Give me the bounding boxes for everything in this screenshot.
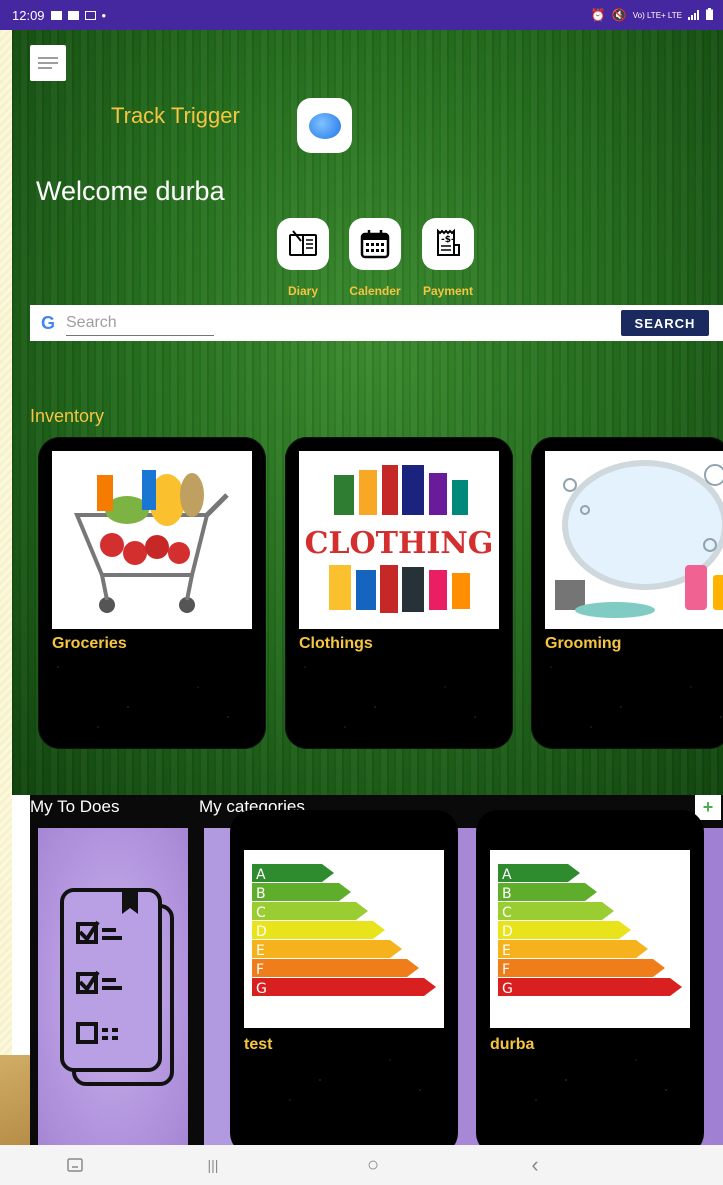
- back-button[interactable]: ‹: [520, 1152, 550, 1177]
- status-dot: •: [101, 7, 107, 23]
- category-card-durba[interactable]: ABCDEFG durba: [476, 810, 704, 1155]
- menu-button[interactable]: [30, 45, 66, 81]
- home-button[interactable]: ○: [358, 1153, 388, 1177]
- search-bar: G SEARCH: [30, 305, 723, 341]
- energy-letter-g: G: [256, 981, 267, 997]
- status-time: 12:09: [12, 7, 45, 23]
- energy-bar-b: [498, 883, 597, 901]
- energy-letter-e: E: [256, 943, 265, 959]
- energy-letter-b: B: [502, 886, 512, 902]
- status-left: 12:09 •: [12, 8, 106, 23]
- todo-panel[interactable]: [38, 828, 188, 1145]
- inventory-title: Inventory: [30, 406, 105, 426]
- energy-bar-c: [498, 902, 614, 920]
- energy-letter-c: C: [256, 905, 266, 921]
- recents-button[interactable]: |||: [198, 1153, 228, 1177]
- payment-button[interactable]: -$- Payment: [420, 218, 476, 298]
- grocery-cart-image: [52, 451, 252, 629]
- google-icon: G: [40, 312, 55, 333]
- energy-letter-f: F: [256, 962, 264, 978]
- energy-bar-e: [498, 940, 648, 958]
- mirror-toiletries-image: [545, 451, 723, 629]
- clothing-image-text: CLOTHING: [305, 526, 494, 561]
- energy-bar-f: [252, 959, 419, 977]
- todo-title: My To Does: [30, 797, 120, 816]
- category-label-durba: durba: [490, 1036, 535, 1053]
- screen-icon: [67, 10, 79, 20]
- alarm-icon: ⏰: [590, 8, 606, 22]
- energy-bar-d: [252, 921, 385, 939]
- energy-letter-c: C: [502, 905, 512, 921]
- logo-blob-icon: [308, 112, 341, 139]
- energy-rating-image: ABCDEFG: [490, 850, 690, 1028]
- energy-bar-b: [252, 883, 351, 901]
- category-card-test[interactable]: ABCDEFG test: [230, 810, 458, 1155]
- inventory-label-groceries: Groceries: [52, 635, 127, 652]
- status-right: ⏰ 🔇 Vo) LTE+ LTE: [590, 7, 713, 23]
- diary-button[interactable]: Diary: [275, 218, 331, 298]
- navigation-bar: ||| ○ ‹: [0, 1145, 723, 1185]
- inventory-label-grooming: Grooming: [545, 635, 622, 652]
- energy-bar-e: [252, 940, 402, 958]
- energy-bar-d: [498, 921, 631, 939]
- energy-letter-f: F: [502, 962, 510, 978]
- energy-bar-f: [498, 959, 665, 977]
- mute-icon: 🔇: [611, 8, 627, 22]
- energy-letter-a: A: [256, 867, 266, 883]
- status-bar: 12:09 • ⏰ 🔇 Vo) LTE+ LTE: [0, 0, 723, 30]
- left-background-strip: [0, 30, 12, 1145]
- energy-bar-c: [252, 902, 368, 920]
- welcome-text: Welcome durba: [36, 176, 225, 206]
- energy-letter-d: D: [502, 924, 513, 940]
- inventory-card-groceries[interactable]: Groceries: [38, 437, 266, 749]
- search-button[interactable]: SEARCH: [621, 310, 709, 336]
- screenshot-icon[interactable]: [60, 1153, 90, 1177]
- inventory-card-clothings[interactable]: CLOTHING Clothings: [285, 437, 513, 749]
- energy-bar-g: [252, 978, 436, 996]
- inventory-label-clothings: Clothings: [299, 635, 373, 652]
- app-title: Track Trigger: [111, 103, 240, 128]
- inventory-card-grooming[interactable]: Grooming: [531, 437, 723, 749]
- energy-letter-g: G: [502, 981, 513, 997]
- network-label: Vo) LTE+ LTE: [632, 10, 682, 20]
- signal-icon: [688, 8, 700, 23]
- battery-icon: [706, 7, 713, 23]
- diary-icon: [277, 218, 329, 270]
- calendar-button[interactable]: Calender: [347, 218, 403, 298]
- energy-bar-g: [498, 978, 682, 996]
- category-label-test: test: [244, 1036, 273, 1053]
- gallery-icon: [50, 10, 62, 20]
- energy-letter-b: B: [256, 886, 266, 902]
- energy-letter-d: D: [256, 924, 267, 940]
- payment-label: Payment: [422, 284, 474, 298]
- checklist-icon: [60, 888, 174, 1086]
- calendar-icon: [349, 218, 401, 270]
- energy-letter-a: A: [502, 867, 512, 883]
- diary-label: Diary: [287, 284, 319, 298]
- receipt-icon: -$-: [422, 218, 474, 270]
- search-input[interactable]: [66, 310, 214, 336]
- svg-text:-$-: -$-: [441, 235, 455, 245]
- energy-letter-e: E: [502, 943, 511, 959]
- energy-rating-image: ABCDEFG: [244, 850, 444, 1028]
- app-logo: [297, 98, 352, 153]
- app-frame: 12:09 • ⏰ 🔇 Vo) LTE+ LTE Track Trigger W…: [0, 0, 723, 1185]
- calendar-label: Calender: [349, 284, 401, 298]
- clothing-collage-image: CLOTHING: [299, 451, 499, 629]
- video-icon: [84, 10, 96, 20]
